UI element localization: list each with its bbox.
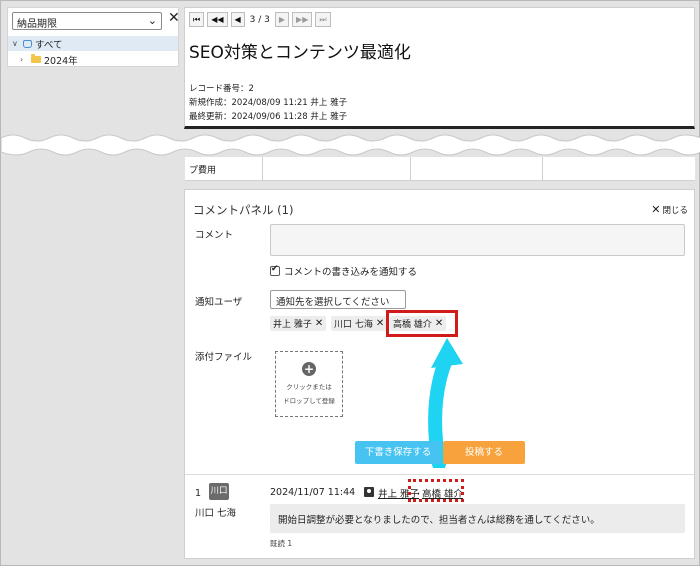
notify-checkbox-label: コメントの書き込みを通知する: [284, 267, 418, 278]
read-count: 既読 1: [270, 539, 293, 548]
notify-checkbox-row[interactable]: コメントの書き込みを通知する: [270, 264, 417, 278]
record-panel: ⏮ ◀◀ ◀ 3 / 3 ▶ ▶▶ ⏭ SEO対策とコンテンツ最適化 レコード番…: [184, 7, 695, 129]
user-chip-label: 川口 七海: [334, 320, 373, 330]
user-chip: 井上 雅子 ✕: [270, 316, 327, 331]
notify-checkbox[interactable]: [270, 264, 280, 276]
mention-user-icon: [364, 487, 374, 497]
upload-hint-line2: ドロップして登録: [283, 397, 335, 405]
folder-icon: [31, 54, 41, 63]
prev-fast-button[interactable]: ◀◀: [207, 12, 228, 27]
comment-panel-close-button[interactable]: ✕ 閉じる: [651, 203, 688, 216]
close-icon[interactable]: ✕: [168, 10, 180, 26]
next-fast-button[interactable]: ▶▶: [292, 12, 313, 27]
record-position: 3 / 3: [249, 14, 270, 25]
record-number: レコード番号：2: [189, 84, 254, 94]
sidebar: 納品期限 ⌄ ✕ ∨ すべて › 2024年: [7, 7, 180, 67]
filter-select[interactable]: 納品期限 ⌄: [12, 12, 162, 30]
chevron-right-icon[interactable]: ›: [20, 55, 28, 64]
chevron-down-icon: ⌄: [147, 14, 157, 27]
comment-input[interactable]: [270, 224, 685, 256]
remove-chip-icon[interactable]: ✕: [315, 318, 323, 329]
comment-datetime: 2024/11/07 11:44: [270, 487, 356, 498]
highlight-box: [386, 310, 458, 337]
torn-edge-decoration: [1, 134, 700, 156]
app-window: 納品期限 ⌄ ✕ ∨ すべて › 2024年 ⏮ ◀◀ ◀ 3 / 3 ▶ ▶▶…: [0, 0, 700, 566]
close-icon: ✕: [651, 203, 661, 216]
last-record-button[interactable]: ⏭: [315, 12, 331, 27]
tree-item-all[interactable]: ∨ すべて: [8, 36, 178, 51]
table-cell: [263, 157, 411, 180]
highlight-dashed-box: [408, 479, 464, 502]
notify-user-select[interactable]: 通知先を選択してください: [270, 290, 406, 309]
record-pager: ⏮ ◀◀ ◀ 3 / 3 ▶ ▶▶ ⏭: [189, 12, 331, 27]
next-record-button[interactable]: ▶: [274, 12, 290, 27]
plus-icon: +: [302, 362, 316, 376]
file-upload-dropzone[interactable]: + クリックまたは ドロップして登録: [275, 351, 343, 417]
record-created: 新規作成：2024/08/09 11:21 井上 雅子: [189, 98, 348, 108]
comment-panel: コメントパネル (1) ✕ 閉じる コメント コメントの書き込みを通知する 通知…: [184, 189, 695, 559]
database-icon: [23, 39, 32, 48]
record-title: SEO対策とコンテンツ最適化: [189, 43, 411, 63]
comment-author: 川口 七海: [195, 508, 237, 519]
table-strip: プ費用: [185, 157, 695, 181]
post-button[interactable]: 投稿する: [443, 441, 525, 464]
comment-number: 1: [195, 488, 202, 499]
chevron-down-icon[interactable]: ∨: [12, 39, 20, 48]
divider: [185, 474, 694, 475]
comment-panel-title: コメントパネル (1): [193, 203, 294, 217]
avatar: 川口: [209, 483, 229, 500]
attachment-label: 添付ファイル: [195, 352, 253, 363]
first-record-button[interactable]: ⏮: [189, 12, 205, 27]
table-cell: [411, 157, 543, 180]
filter-select-value: 納品期限: [17, 19, 57, 30]
tree-item-2024[interactable]: › 2024年: [8, 52, 178, 67]
remove-chip-icon[interactable]: ✕: [376, 318, 384, 329]
tree-item-label: すべて: [35, 39, 63, 51]
close-label: 閉じる: [662, 205, 688, 216]
comment-label: コメント: [195, 230, 234, 241]
user-chip-label: 井上 雅子: [273, 320, 312, 330]
user-chip: 川口 七海 ✕: [331, 316, 388, 331]
upload-hint-line1: クリックまたは: [286, 383, 332, 391]
comment-body: 開始日調整が必要となりましたので、担当者さんは総務を通してください。: [270, 504, 685, 533]
prev-record-button[interactable]: ◀: [230, 12, 245, 27]
notify-users-label: 通知ユーザ: [195, 297, 243, 308]
save-draft-button[interactable]: 下書き保存する: [355, 441, 441, 464]
record-updated: 最終更新：2024/09/06 11:28 井上 雅子: [189, 112, 348, 122]
table-cell-label: プ費用: [185, 157, 263, 180]
tree-item-label: 2024年: [44, 55, 78, 67]
